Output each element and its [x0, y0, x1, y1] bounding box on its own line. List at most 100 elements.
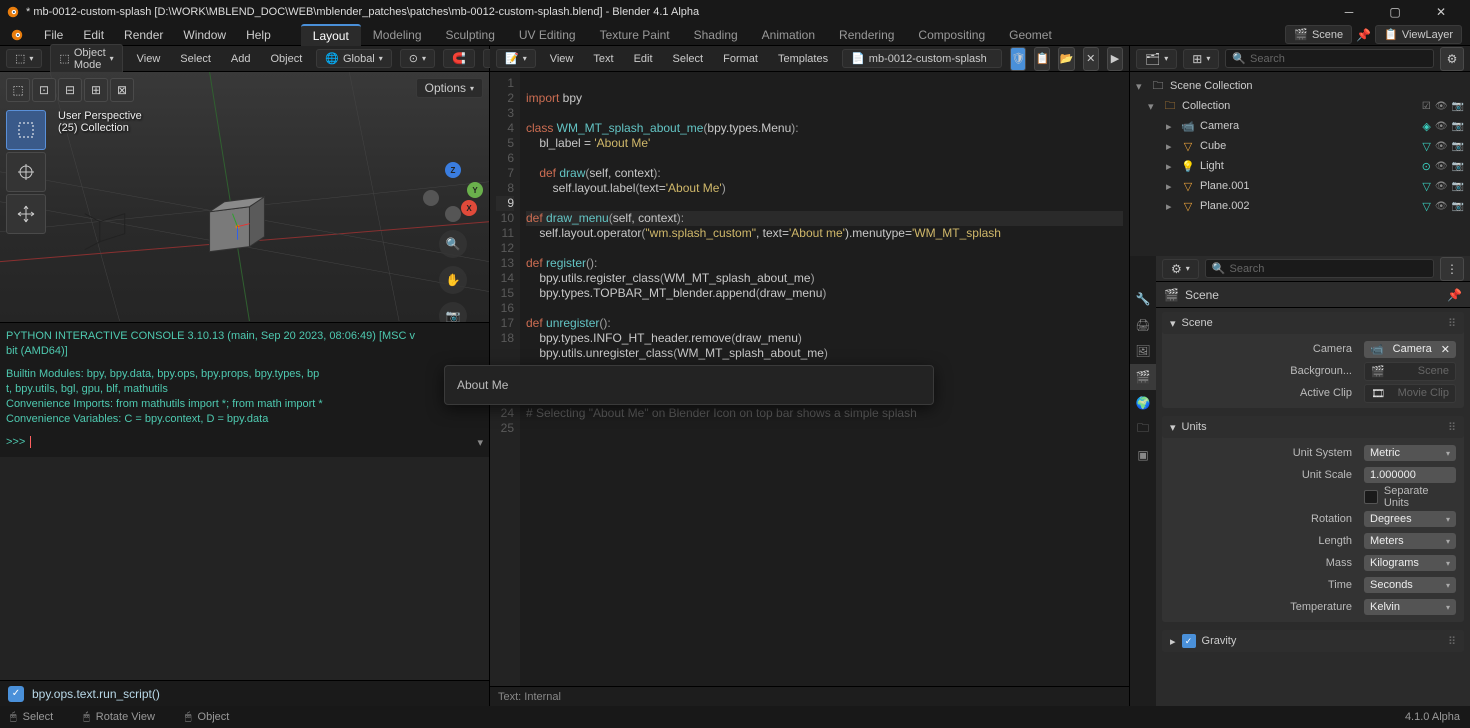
- te-menu-format[interactable]: Format: [717, 51, 764, 67]
- menu-file[interactable]: File: [34, 25, 73, 45]
- select-mode-btn-2[interactable]: ⊡: [32, 78, 56, 102]
- tool-select-box[interactable]: [6, 110, 46, 150]
- tree-item-cube[interactable]: ▸▽ Cube▽ 👁📷: [1130, 136, 1470, 156]
- select-mode-btn-3[interactable]: ⊟: [58, 78, 82, 102]
- close-button[interactable]: ✕: [1418, 0, 1464, 24]
- tool-move[interactable]: [6, 194, 46, 234]
- tab-animation[interactable]: Animation: [750, 25, 827, 45]
- tree-item-plane1[interactable]: ▸▽ Plane.001▽ 👁📷: [1130, 176, 1470, 196]
- menu-render[interactable]: Render: [114, 25, 173, 45]
- eye-icon[interactable]: 👁: [1435, 121, 1448, 132]
- eye-icon[interactable]: 👁: [1435, 201, 1448, 212]
- maximize-button[interactable]: ▢: [1372, 0, 1418, 24]
- tree-item-camera[interactable]: ▸📹 Camera◈ 👁📷: [1130, 116, 1470, 136]
- 3d-viewport[interactable]: ⬚ ⊡ ⊟ ⊞ ⊠ User Perspective (25) Collecti…: [0, 72, 489, 322]
- tab-modeling[interactable]: Modeling: [361, 25, 434, 45]
- minimize-button[interactable]: ─: [1326, 0, 1372, 24]
- nav-gizmo[interactable]: Z Y X: [423, 162, 483, 222]
- tab-compositing[interactable]: Compositing: [906, 25, 997, 45]
- blender-icon[interactable]: [8, 26, 26, 44]
- length-dropdown[interactable]: Meters▾: [1364, 533, 1456, 549]
- vp-options-dropdown[interactable]: Options▾: [416, 78, 483, 98]
- tab-geometry[interactable]: Geomet: [997, 25, 1064, 45]
- zoom-icon[interactable]: 🔍: [439, 230, 467, 258]
- vp-menu-add[interactable]: Add: [225, 51, 257, 67]
- tab-render-props[interactable]: 🔧: [1130, 286, 1156, 312]
- tab-viewlayer[interactable]: 🖼: [1130, 338, 1156, 364]
- tab-collection[interactable]: 🗀: [1130, 416, 1156, 442]
- props-options-icon[interactable]: ⋮: [1440, 257, 1464, 281]
- select-mode-btn[interactable]: ⬚: [6, 78, 30, 102]
- filter-icon[interactable]: ⚙: [1440, 47, 1464, 71]
- pin-icon[interactable]: 📌: [1447, 288, 1462, 302]
- unitscale-field[interactable]: 1.000000: [1364, 467, 1456, 483]
- select-mode-btn-5[interactable]: ⊠: [110, 78, 134, 102]
- orientation-dropdown[interactable]: 🌐Global▾: [316, 49, 392, 68]
- tab-shading[interactable]: Shading: [682, 25, 750, 45]
- render-icon[interactable]: 📷: [1452, 121, 1464, 132]
- te-menu-templates[interactable]: Templates: [772, 51, 834, 67]
- open-text-icon[interactable]: 📂: [1058, 47, 1074, 71]
- scene-selector[interactable]: 🎬Scene: [1285, 25, 1352, 44]
- text-file-selector[interactable]: 📄mb-0012-custom-splash: [842, 49, 1002, 68]
- render-icon[interactable]: 📷: [1452, 101, 1464, 112]
- python-console[interactable]: PYTHON INTERACTIVE CONSOLE 3.10.13 (main…: [0, 322, 489, 457]
- viewlayer-selector[interactable]: 📋ViewLayer: [1375, 25, 1462, 44]
- eye-icon[interactable]: 👁: [1435, 101, 1448, 112]
- tab-rendering[interactable]: Rendering: [827, 25, 906, 45]
- menu-help[interactable]: Help: [236, 25, 281, 45]
- menu-edit[interactable]: Edit: [73, 25, 114, 45]
- snap-dropdown[interactable]: 🧲: [443, 49, 475, 68]
- pivot-dropdown[interactable]: ⊙▾: [400, 49, 435, 68]
- te-menu-select[interactable]: Select: [667, 51, 710, 67]
- mode-dropdown[interactable]: ⬚Object Mode▾: [50, 44, 122, 74]
- eye-icon[interactable]: 👁: [1435, 161, 1448, 172]
- eye-icon[interactable]: 👁: [1435, 181, 1448, 192]
- render-icon[interactable]: 📷: [1452, 141, 1464, 152]
- props-search[interactable]: 🔍Search: [1205, 259, 1434, 278]
- vp-menu-select[interactable]: Select: [174, 51, 217, 67]
- time-dropdown[interactable]: Seconds▾: [1364, 577, 1456, 593]
- tab-world[interactable]: 🌍: [1130, 390, 1156, 416]
- render-icon[interactable]: 📷: [1452, 201, 1464, 212]
- eye-icon[interactable]: 👁: [1435, 141, 1448, 152]
- render-icon[interactable]: 📷: [1452, 161, 1464, 172]
- mass-dropdown[interactable]: Kilograms▾: [1364, 555, 1456, 571]
- text-editor-type-dropdown[interactable]: 📝▾: [496, 49, 536, 68]
- pin-icon[interactable]: 📌: [1356, 28, 1371, 42]
- clip-field[interactable]: 🎞Movie Clip: [1364, 384, 1456, 403]
- checkbox-icon[interactable]: ☑: [1422, 101, 1431, 112]
- panel-scene-hdr[interactable]: ▾Scene⠿: [1162, 312, 1464, 334]
- panel-gravity-hdr[interactable]: ▸✓Gravity⠿: [1162, 630, 1464, 652]
- tool-cursor[interactable]: [6, 152, 46, 192]
- run-script-icon[interactable]: ▶: [1107, 47, 1123, 71]
- tab-scene[interactable]: 🎬: [1130, 364, 1156, 390]
- editor-type-dropdown[interactable]: ⬚▾: [6, 49, 42, 68]
- gravity-checkbox[interactable]: ✓: [1182, 634, 1196, 648]
- tab-texture-paint[interactable]: Texture Paint: [588, 25, 682, 45]
- tab-uv-editing[interactable]: UV Editing: [507, 25, 588, 45]
- tree-item-plane2[interactable]: ▸▽ Plane.002▽ 👁📷: [1130, 196, 1470, 216]
- te-menu-text[interactable]: Text: [587, 51, 619, 67]
- panel-units-hdr[interactable]: ▾Units⠿: [1162, 416, 1464, 438]
- new-text-icon[interactable]: 📋: [1034, 47, 1050, 71]
- unlink-text-icon[interactable]: ✕: [1083, 47, 1099, 71]
- camera-view-icon[interactable]: 📷: [439, 302, 467, 322]
- tree-scene-collection[interactable]: ▾🗀 Scene Collection: [1130, 76, 1470, 96]
- vp-menu-view[interactable]: View: [131, 51, 167, 67]
- menu-window[interactable]: Window: [173, 25, 236, 45]
- register-script-icon[interactable]: 🛡: [1010, 47, 1026, 71]
- props-type-dropdown[interactable]: ⚙▾: [1162, 259, 1199, 279]
- outliner-display-dropdown[interactable]: ⊞▾: [1183, 49, 1219, 69]
- te-menu-view[interactable]: View: [544, 51, 580, 67]
- sepunits-checkbox[interactable]: [1364, 490, 1378, 504]
- outliner-type-dropdown[interactable]: 🗂▾: [1136, 49, 1177, 69]
- rotation-dropdown[interactable]: Degrees▾: [1364, 511, 1456, 527]
- select-mode-btn-4[interactable]: ⊞: [84, 78, 108, 102]
- tree-collection[interactable]: ▾🗀 Collection ☑👁📷: [1130, 96, 1470, 116]
- te-menu-edit[interactable]: Edit: [628, 51, 659, 67]
- render-icon[interactable]: 📷: [1452, 181, 1464, 192]
- tab-layout[interactable]: Layout: [301, 24, 361, 46]
- bg-field[interactable]: 🎬Scene: [1364, 362, 1456, 381]
- temp-dropdown[interactable]: Kelvin▾: [1364, 599, 1456, 615]
